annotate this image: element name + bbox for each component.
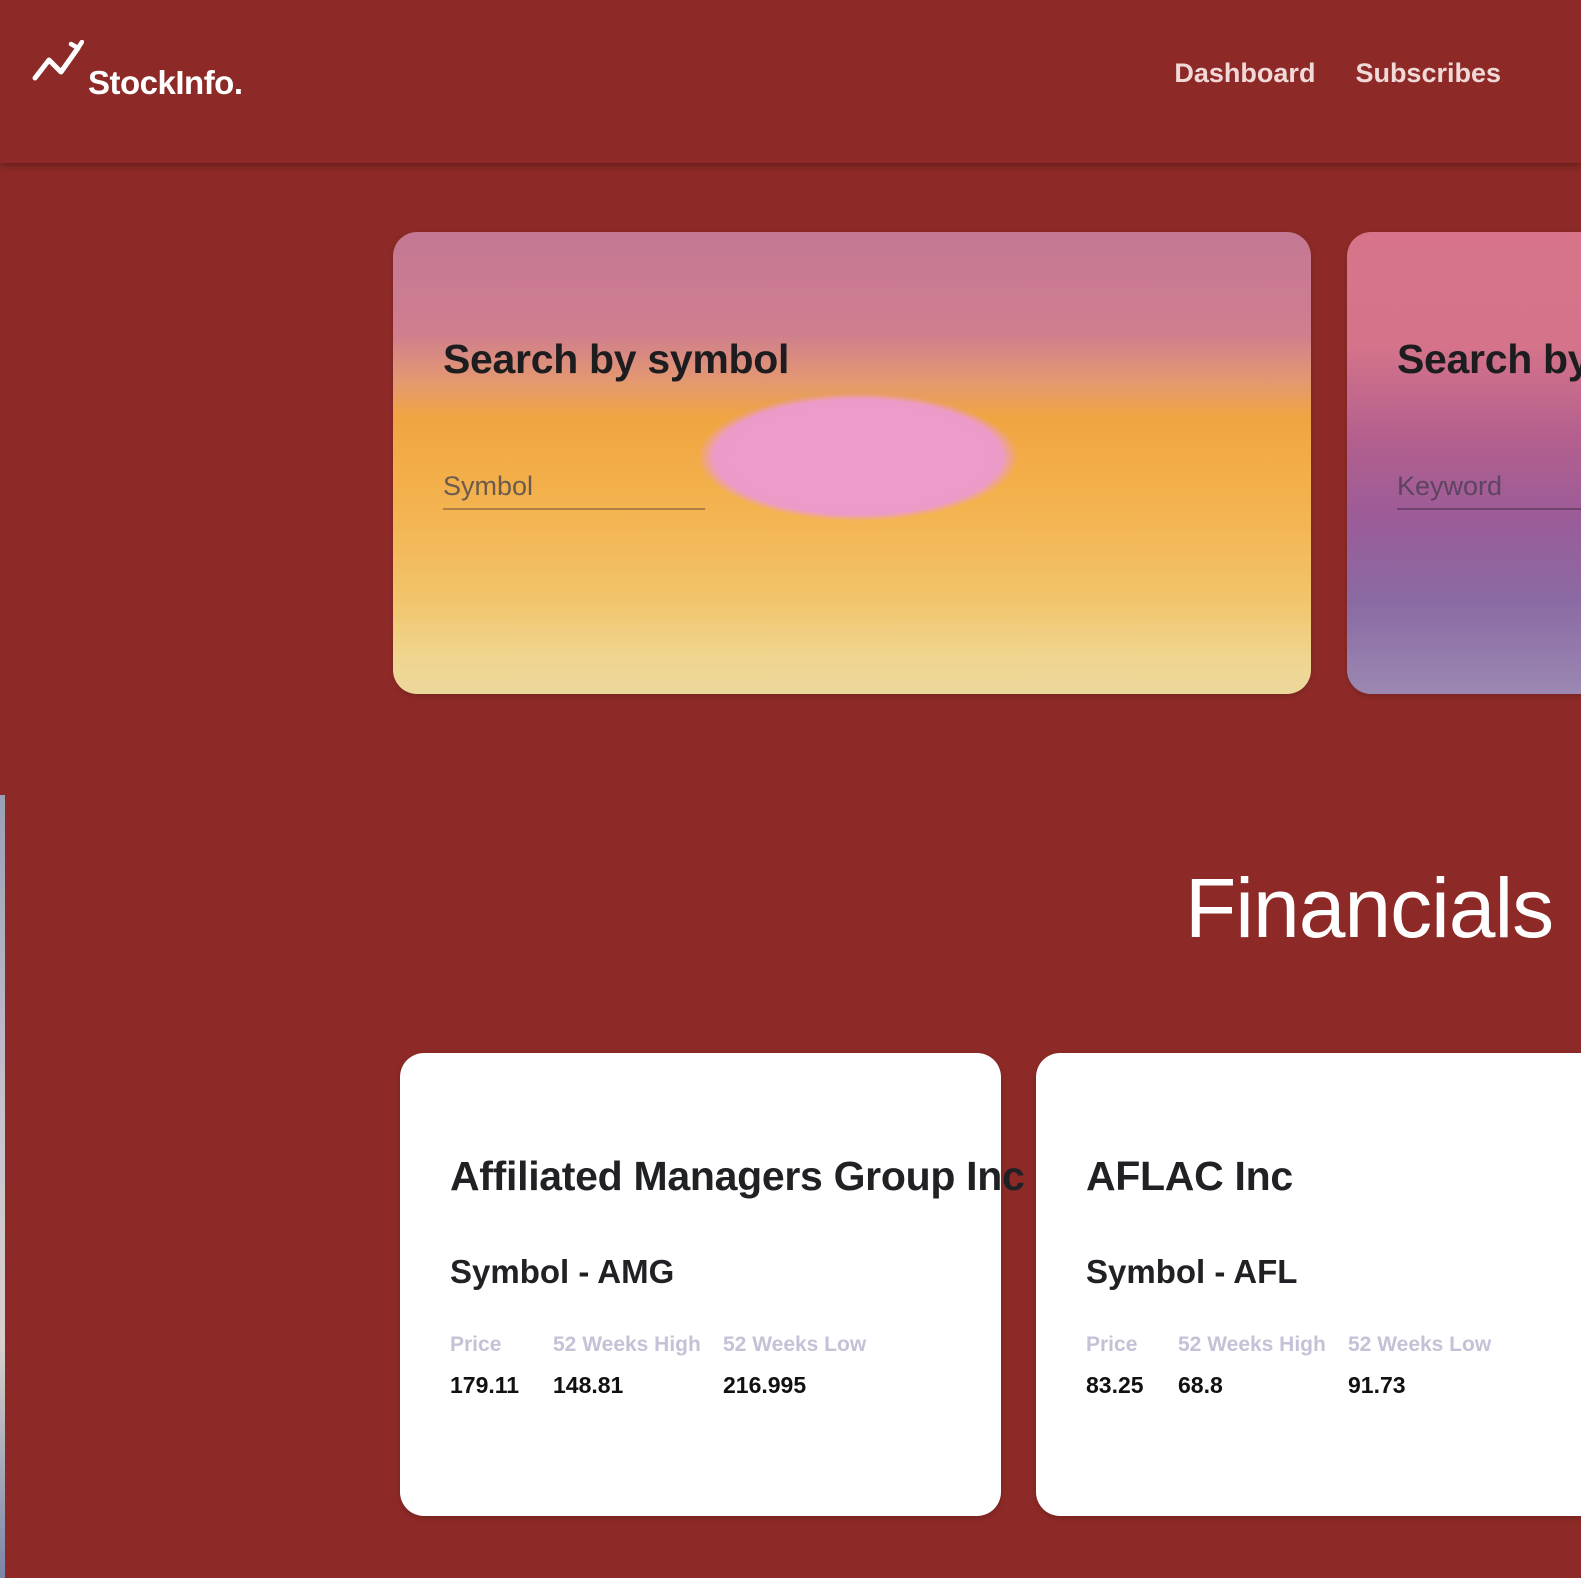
metric-52w-high: 52 Weeks High 68.8 bbox=[1178, 1333, 1348, 1399]
stock-card-amg[interactable]: Affiliated Managers Group Inc Symbol - A… bbox=[400, 1053, 1025, 1516]
metric-value-52w-high: 68.8 bbox=[1178, 1372, 1223, 1398]
search-by-symbol-title: Search by symbol bbox=[443, 336, 790, 382]
stock-card-afl[interactable]: AFLAC Inc Symbol - AFL Price 83.25 52 We… bbox=[1036, 1053, 1581, 1516]
metric-value-52w-high: 148.81 bbox=[553, 1372, 624, 1398]
metric-52w-low: 52 Weeks Low 216.995 bbox=[723, 1333, 866, 1399]
search-by-keyword-card: Search by bbox=[1347, 232, 1581, 694]
search-by-symbol-card: Search by symbol bbox=[393, 232, 1311, 694]
search-by-keyword-title: Search by bbox=[1397, 336, 1581, 382]
metric-value-price: 179.11 bbox=[450, 1372, 520, 1398]
metric-label-52w-high: 52 Weeks High bbox=[1178, 1333, 1326, 1356]
metric-label-price: Price bbox=[1086, 1333, 1138, 1356]
top-navbar: StockInfo. Dashboard Subscribes bbox=[0, 0, 1581, 163]
metric-label-price: Price bbox=[450, 1333, 502, 1356]
metric-52w-low: 52 Weeks Low 91.73 bbox=[1348, 1333, 1491, 1399]
metric-label-52w-low: 52 Weeks Low bbox=[723, 1333, 867, 1356]
stock-metrics: Price 83.25 52 Weeks High 68.8 52 Weeks … bbox=[1086, 1333, 1491, 1399]
page: StockInfo. Dashboard Subscribes Search b… bbox=[0, 0, 1581, 1578]
nav-dashboard-link[interactable]: Dashboard bbox=[1174, 58, 1315, 89]
metric-52w-high: 52 Weeks High 148.81 bbox=[553, 1333, 723, 1399]
brand-logo-link[interactable]: StockInfo. bbox=[32, 40, 243, 102]
metric-label-52w-high: 52 Weeks High bbox=[553, 1333, 701, 1356]
chart-trend-icon bbox=[32, 40, 84, 81]
main-nav: Dashboard Subscribes bbox=[1174, 58, 1501, 89]
metric-price: Price 83.25 bbox=[1086, 1333, 1178, 1399]
company-symbol: Symbol - AFL bbox=[1086, 1253, 1298, 1290]
keyword-search-input[interactable] bbox=[1397, 464, 1581, 510]
metric-value-price: 83.25 bbox=[1086, 1372, 1144, 1398]
stock-metrics: Price 179.11 52 Weeks High 148.81 52 Wee… bbox=[450, 1333, 866, 1399]
company-name: Affiliated Managers Group Inc bbox=[450, 1153, 1025, 1199]
background-window-edge bbox=[0, 795, 5, 1578]
company-symbol: Symbol - AMG bbox=[450, 1253, 675, 1290]
financials-heading: Financials bbox=[1185, 861, 1554, 955]
company-name: AFLAC Inc bbox=[1086, 1153, 1293, 1199]
metric-value-52w-low: 216.995 bbox=[723, 1372, 807, 1398]
symbol-search-input[interactable] bbox=[443, 464, 705, 510]
metric-label-52w-low: 52 Weeks Low bbox=[1348, 1333, 1492, 1356]
brand-name: StockInfo. bbox=[88, 64, 243, 101]
metric-price: Price 179.11 bbox=[450, 1333, 553, 1399]
nav-subscribes-link[interactable]: Subscribes bbox=[1355, 58, 1501, 89]
metric-value-52w-low: 91.73 bbox=[1348, 1372, 1406, 1398]
